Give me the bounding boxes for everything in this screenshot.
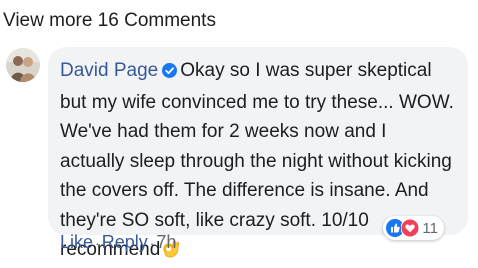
comment-bubble: David Page Okay so I was super skeptical …: [48, 47, 468, 260]
user-photo-icon: [6, 48, 40, 82]
comment-actions: Like · Reply · 7h: [60, 232, 176, 253]
reply-button[interactable]: Reply: [102, 232, 148, 252]
separator-dot: ·: [95, 235, 100, 251]
separator-dot: ·: [149, 235, 155, 251]
view-more-comments-link[interactable]: View more 16 Comments: [3, 10, 216, 32]
reaction-count: 11: [422, 219, 438, 237]
verified-badge-icon: [162, 58, 178, 88]
comment-timestamp[interactable]: 7h: [156, 232, 176, 252]
comment-author[interactable]: David Page: [60, 60, 158, 81]
like-button[interactable]: Like: [60, 232, 93, 252]
reaction-summary[interactable]: 11: [383, 216, 444, 240]
love-reaction-icon: [401, 219, 420, 237]
avatar[interactable]: [6, 48, 40, 82]
